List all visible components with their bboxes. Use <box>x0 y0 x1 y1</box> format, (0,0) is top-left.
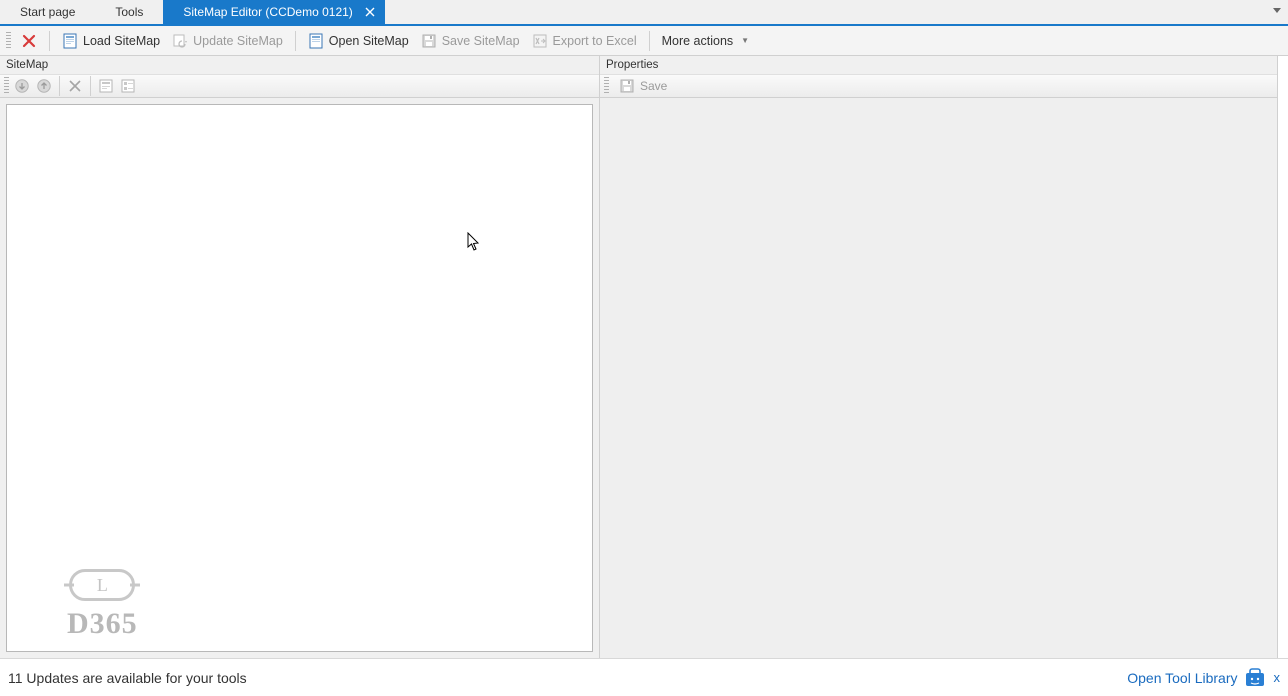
sitemap-canvas-wrap: L D365 <box>0 98 599 658</box>
tab-strip: Start page Tools SiteMap Editor (CCDemo … <box>0 0 1288 26</box>
toolbar-grip-icon <box>604 77 609 95</box>
arrow-down-circle-icon <box>14 78 30 94</box>
tab-start-page[interactable]: Start page <box>0 0 95 24</box>
save-sitemap-button[interactable]: Save SiteMap <box>415 30 526 52</box>
delete-icon <box>68 79 82 93</box>
save-icon <box>619 78 635 94</box>
status-bar: 11 Updates are available for your tools … <box>0 658 1288 696</box>
properties-body <box>600 98 1277 658</box>
display-names-icon <box>99 79 114 94</box>
sitemap-pane: SiteMap <box>0 56 600 658</box>
save-icon <box>421 33 437 49</box>
toolbar-grip-icon <box>6 32 11 50</box>
watermark-ring-icon: L <box>69 569 135 601</box>
watermark: L D365 <box>67 569 138 641</box>
right-gutter <box>1278 56 1288 658</box>
tool-library-icon <box>1244 667 1266 689</box>
button-label: Open SiteMap <box>329 34 409 48</box>
sitemap-pane-title: SiteMap <box>0 56 599 74</box>
button-label: Save SiteMap <box>442 34 520 48</box>
properties-pane-title: Properties <box>600 56 1277 74</box>
separator <box>49 31 50 51</box>
properties-toolbar: Save <box>600 74 1277 98</box>
more-actions-button[interactable]: More actions ▼ <box>656 31 755 51</box>
tab-tools[interactable]: Tools <box>95 0 163 24</box>
delete-button[interactable] <box>64 76 86 96</box>
separator <box>295 31 296 51</box>
close-icon <box>21 33 37 49</box>
sitemap-canvas[interactable]: L D365 <box>6 104 593 652</box>
content-split: SiteMap <box>0 56 1288 658</box>
tab-label: Tools <box>115 5 143 19</box>
toolbar-grip-icon <box>4 77 9 95</box>
arrow-up-circle-icon <box>36 78 52 94</box>
open-sitemap-button[interactable]: Open SiteMap <box>302 30 415 52</box>
watermark-letter: L <box>97 575 108 596</box>
close-tab-icon[interactable] <box>363 5 377 19</box>
separator <box>649 31 650 51</box>
display-names-button[interactable] <box>95 76 117 96</box>
move-down-button[interactable] <box>11 76 33 96</box>
tab-label: SiteMap Editor (CCDemo 0121) <box>183 5 352 19</box>
link-label: Open Tool Library <box>1127 670 1237 686</box>
update-sitemap-button[interactable]: Update SiteMap <box>166 30 289 52</box>
logical-names-button[interactable] <box>117 76 139 96</box>
updates-available-text: 11 Updates are available for your tools <box>8 670 247 686</box>
tabs-dropdown-icon[interactable] <box>1270 4 1284 18</box>
tab-sitemap-editor[interactable]: SiteMap Editor (CCDemo 0121) <box>163 0 384 24</box>
document-icon <box>62 33 78 49</box>
separator <box>90 76 91 96</box>
move-up-button[interactable] <box>33 76 55 96</box>
close-button[interactable] <box>15 30 43 52</box>
properties-pane: Properties Save <box>600 56 1278 658</box>
logical-names-icon <box>121 79 136 94</box>
export-excel-button[interactable]: Export to Excel <box>526 30 643 52</box>
main-toolbar: Load SiteMap Update SiteMap Open SiteMap… <box>0 26 1288 56</box>
load-sitemap-button[interactable]: Load SiteMap <box>56 30 166 52</box>
update-icon <box>172 33 188 49</box>
sitemap-sub-toolbar <box>0 74 599 98</box>
open-tool-library-link[interactable]: Open Tool Library <box>1127 667 1265 689</box>
separator <box>59 76 60 96</box>
button-label: Update SiteMap <box>193 34 283 48</box>
document-open-icon <box>308 33 324 49</box>
button-label: Save <box>640 79 667 93</box>
excel-icon <box>532 33 548 49</box>
cursor-icon <box>467 232 481 252</box>
button-label: More actions <box>662 34 734 48</box>
watermark-text: D365 <box>67 607 138 641</box>
chevron-down-icon: ▼ <box>741 36 749 45</box>
button-label: Load SiteMap <box>83 34 160 48</box>
properties-save-button[interactable]: Save <box>613 76 673 96</box>
tab-label: Start page <box>20 5 75 19</box>
statusbar-close-button[interactable]: x <box>1274 670 1281 685</box>
button-label: Export to Excel <box>553 34 637 48</box>
